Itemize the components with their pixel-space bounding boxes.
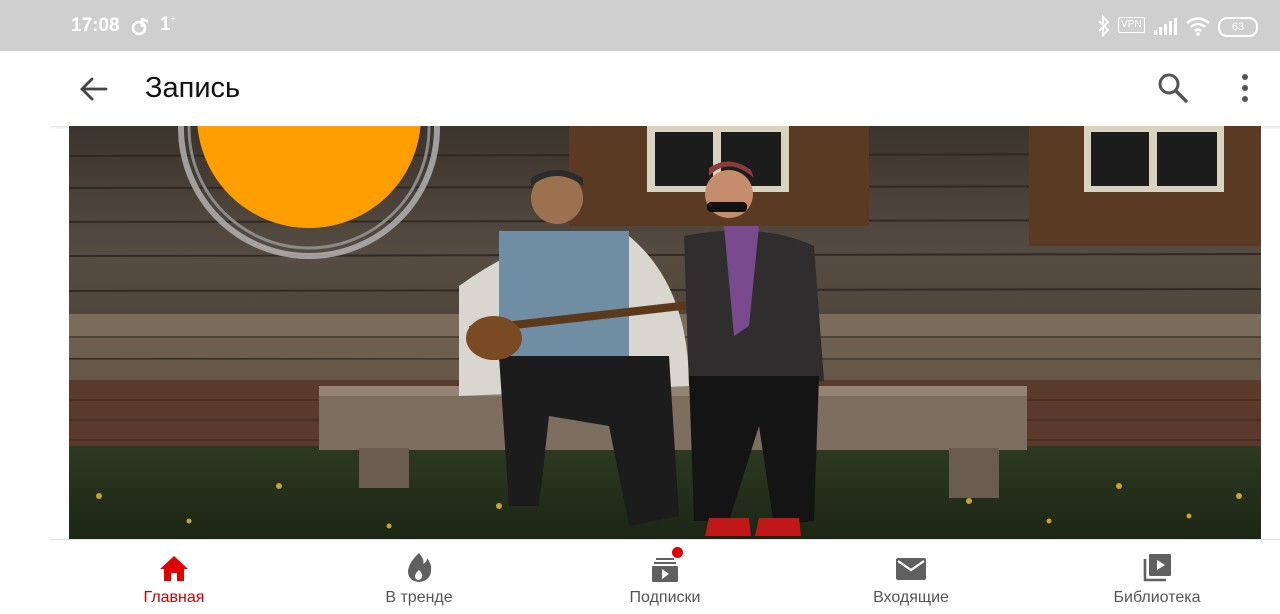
nav-item-subscriptions[interactable]: Подписки bbox=[575, 540, 755, 614]
page-title: Запись bbox=[145, 72, 241, 104]
app-bar: Запись bbox=[0, 51, 1280, 126]
status-bar: 17:08 1+ VPN 63 bbox=[0, 0, 1280, 51]
notification-count-icon: 1+ bbox=[160, 14, 176, 35]
nav-item-home[interactable]: Главная bbox=[84, 540, 264, 614]
nav-label-trending: В тренде bbox=[385, 589, 453, 606]
nav-item-library[interactable]: Библиотека bbox=[1067, 540, 1247, 614]
battery-level: 63 bbox=[1231, 21, 1245, 33]
mail-icon bbox=[893, 550, 929, 584]
nav-item-trending[interactable]: В тренде bbox=[329, 540, 509, 614]
nav-label-inbox: Входящие bbox=[873, 589, 949, 606]
post-image[interactable] bbox=[69, 126, 1261, 539]
notification-dot bbox=[672, 547, 683, 558]
vpn-icon: VPN bbox=[1118, 17, 1145, 33]
tiktok-notification-icon bbox=[131, 16, 149, 41]
home-icon bbox=[156, 550, 192, 584]
library-icon bbox=[1139, 550, 1175, 584]
flame-icon bbox=[401, 550, 437, 584]
nav-label-library: Библиотека bbox=[1113, 589, 1201, 606]
status-time: 17:08 bbox=[71, 15, 120, 36]
bottom-nav: Главная В тренде Подписки Входящие Библи… bbox=[0, 540, 1280, 614]
post-content bbox=[0, 126, 1280, 539]
battery-icon: 63 bbox=[1218, 17, 1258, 37]
wifi-icon bbox=[1185, 16, 1211, 41]
nav-label-subscriptions: Подписки bbox=[629, 589, 701, 606]
bluetooth-icon bbox=[1097, 14, 1111, 42]
signal-icon bbox=[1153, 16, 1179, 41]
arrow-back-icon[interactable] bbox=[78, 73, 110, 105]
more-vert-icon[interactable] bbox=[1233, 71, 1257, 105]
nav-item-inbox[interactable]: Входящие bbox=[821, 540, 1001, 614]
nav-label-home: Главная bbox=[143, 589, 205, 606]
search-icon[interactable] bbox=[1156, 71, 1190, 105]
